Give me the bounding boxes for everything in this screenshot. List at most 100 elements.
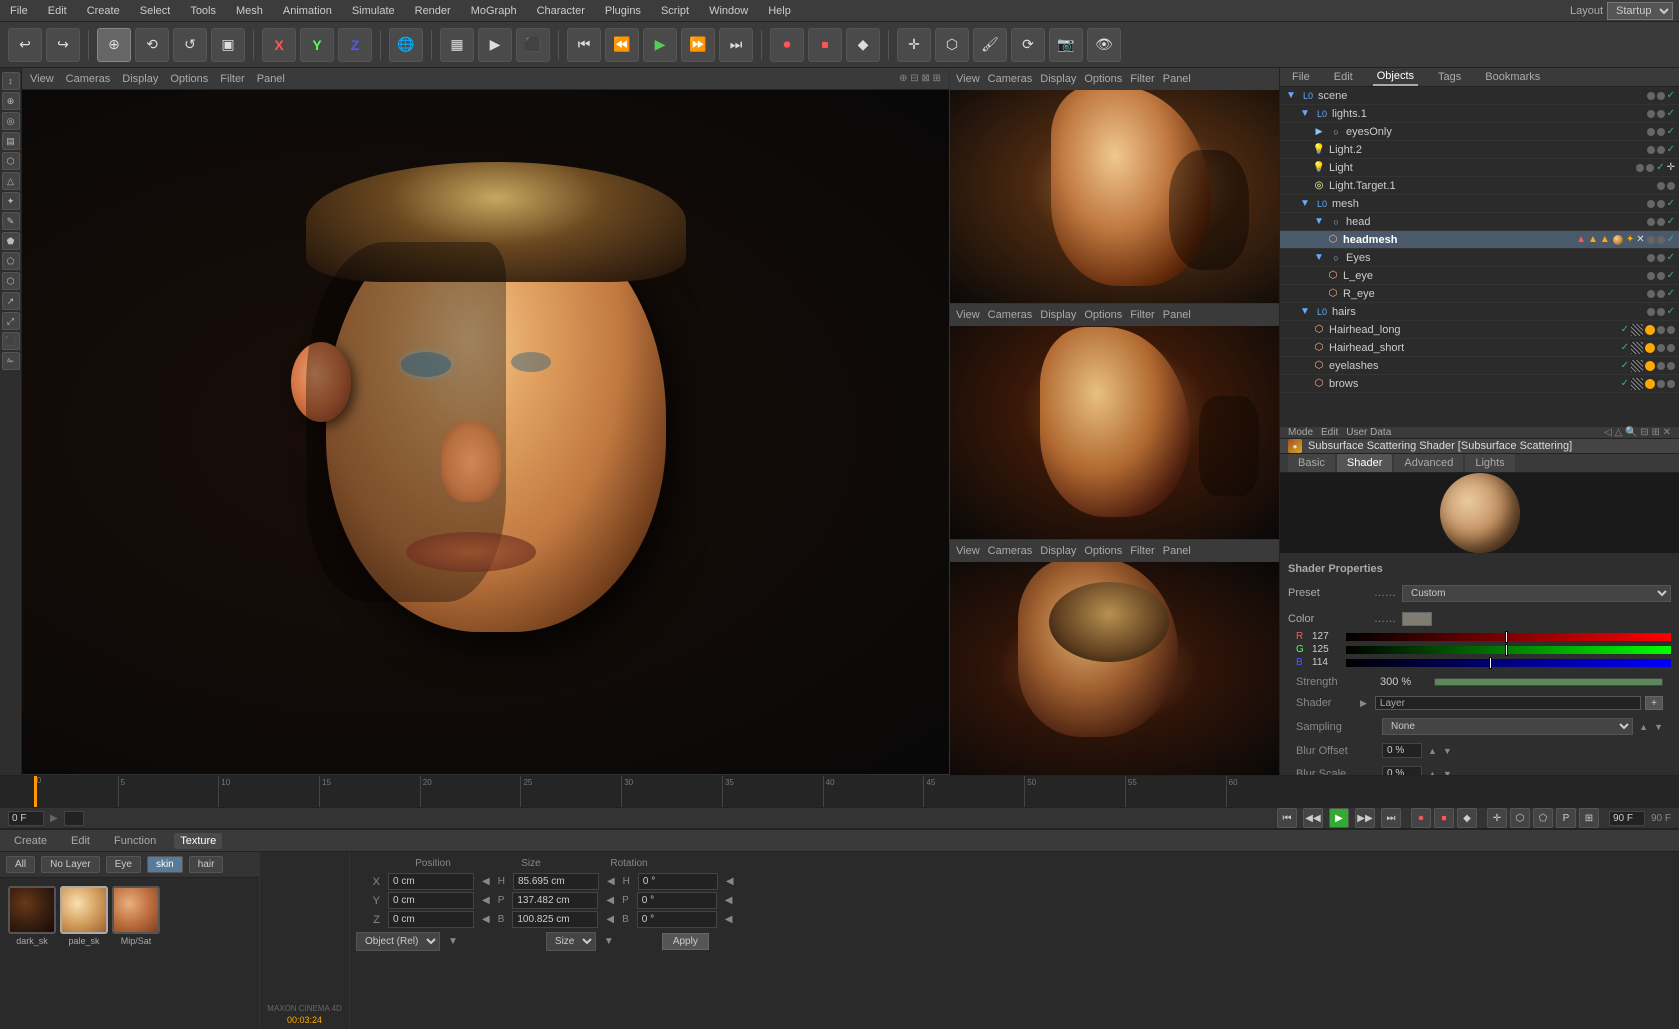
eo-dot2[interactable] <box>1657 128 1665 136</box>
obj-hairhead_long[interactable]: ⬡ Hairhead_long ✓ <box>1280 321 1679 339</box>
vp-filter[interactable]: Filter <box>220 73 244 85</box>
tab-lights[interactable]: Lights <box>1465 454 1514 472</box>
userdata-btn[interactable]: User Data <box>1346 427 1391 438</box>
end-frame-input[interactable]: 90 F <box>1609 811 1645 826</box>
l2-dot2[interactable] <box>1657 146 1665 154</box>
mat-dark_sk[interactable] <box>8 886 56 934</box>
left-tool-5[interactable]: △ <box>2 172 20 190</box>
z-axis-button[interactable]: Z <box>338 28 372 62</box>
bt-edit[interactable]: Edit <box>65 833 96 849</box>
mr-view[interactable]: View <box>956 309 980 321</box>
pos-x-input[interactable]: 0 cm <box>388 873 474 890</box>
br-display[interactable]: Display <box>1040 545 1076 557</box>
y-arrow1[interactable]: ◀ <box>482 895 490 906</box>
om-tab-tags[interactable]: Tags <box>1434 69 1465 85</box>
filter-hair[interactable]: hair <box>189 856 224 873</box>
main-viewport-canvas[interactable] <box>22 90 949 774</box>
vp-cameras[interactable]: Cameras <box>66 73 111 85</box>
hm-check[interactable]: ✓ <box>1667 234 1675 245</box>
anim-next-button[interactable]: ⏩ <box>681 28 715 62</box>
br-panel[interactable]: Panel <box>1163 545 1191 557</box>
pb-btn2[interactable]: ⬡ <box>1510 808 1530 828</box>
hd-dot2[interactable] <box>1657 218 1665 226</box>
mr-filter[interactable]: Filter <box>1130 309 1154 321</box>
lt1-dot2[interactable] <box>1667 182 1675 190</box>
obj-scene[interactable]: ▼ L0 scene ✓ <box>1280 87 1679 105</box>
pb-btn1[interactable]: ✛ <box>1487 808 1507 828</box>
pos-y-input[interactable]: 0 cm <box>388 892 474 909</box>
om-tab-edit[interactable]: Edit <box>1330 69 1357 85</box>
x-arrow3[interactable]: ◀ <box>726 876 734 887</box>
move-tool-button[interactable]: ⊕ <box>97 28 131 62</box>
strength-bar[interactable] <box>1434 678 1663 686</box>
coord-system-dropdown[interactable]: Object (Rel) <box>356 932 440 951</box>
layer-add-btn[interactable]: + <box>1645 696 1663 710</box>
select-tool-button[interactable]: ▣ <box>211 28 245 62</box>
left-tool-2[interactable]: ◎ <box>2 112 20 130</box>
lt-dot2[interactable] <box>1646 164 1654 172</box>
preset-dropdown[interactable]: Custom <box>1402 585 1671 602</box>
filter-skin[interactable]: skin <box>147 856 183 873</box>
menu-create[interactable]: Create <box>83 3 124 19</box>
hr-dot2[interactable] <box>1657 308 1665 316</box>
apply-button[interactable]: Apply <box>662 933 709 950</box>
anim-prev-button[interactable]: ⏪ <box>605 28 639 62</box>
frame-input2[interactable] <box>64 811 84 826</box>
sculpt-button[interactable]: ⟳ <box>1011 28 1045 62</box>
tr-display[interactable]: Display <box>1040 73 1076 85</box>
bo-up[interactable]: ▲ <box>1428 746 1437 756</box>
obj-head[interactable]: ▼ ○ head ✓ <box>1280 213 1679 231</box>
pb-btn5[interactable]: ⊞ <box>1579 808 1599 828</box>
pos-z-input[interactable]: 0 cm <box>388 911 474 928</box>
current-frame-input[interactable]: 0 F <box>8 811 44 826</box>
menu-edit[interactable]: Edit <box>44 3 71 19</box>
size-b-input[interactable]: 100.825 cm <box>512 911 598 928</box>
filter-eye[interactable]: Eye <box>106 856 141 873</box>
obj-headmesh[interactable]: ⬡ headmesh ▲ ▲ ▲ ✦ ✕ ✓ <box>1280 231 1679 249</box>
mat-pale_sk[interactable] <box>60 886 108 934</box>
left-tool-12[interactable]: ⤢ <box>2 312 20 330</box>
blur-offset-input[interactable]: 0 % <box>1382 743 1422 758</box>
l1-dot2[interactable] <box>1657 110 1665 118</box>
hr-check[interactable]: ✓ <box>1667 306 1675 317</box>
render-button[interactable]: ⬛ <box>516 28 550 62</box>
filter-nolayer[interactable]: No Layer <box>41 856 100 873</box>
scene-check[interactable]: ✓ <box>1667 90 1675 101</box>
pb-prev[interactable]: ◀◀ <box>1303 808 1323 828</box>
edit-btn[interactable]: Edit <box>1321 427 1338 438</box>
y-arrow2[interactable]: ◀ <box>606 895 614 906</box>
record-button[interactable]: ⏺ <box>770 28 804 62</box>
br-view[interactable]: View <box>956 545 980 557</box>
left-tool-7[interactable]: ✎ <box>2 212 20 230</box>
paint-button[interactable]: 🖌 <box>973 28 1007 62</box>
pb-record[interactable]: ⏺ <box>1411 808 1431 828</box>
mr-options[interactable]: Options <box>1084 309 1122 321</box>
bw-dot2[interactable] <box>1667 380 1675 388</box>
rot-h-input[interactable]: 0 ° <box>638 873 718 890</box>
re-dot2[interactable] <box>1657 290 1665 298</box>
menu-animation[interactable]: Animation <box>279 3 336 19</box>
ey-check[interactable]: ✓ <box>1667 252 1675 263</box>
pb-stop[interactable]: ⏹ <box>1434 808 1454 828</box>
vp-display[interactable]: Display <box>122 73 158 85</box>
y-axis-button[interactable]: Y <box>300 28 334 62</box>
menu-plugins[interactable]: Plugins <box>601 3 645 19</box>
msh-dot2[interactable] <box>1657 200 1665 208</box>
obj-eyelashes[interactable]: ⬡ eyelashes ✓ <box>1280 357 1679 375</box>
render-view-button[interactable]: ▶ <box>478 28 512 62</box>
left-tool-3[interactable]: ▤ <box>2 132 20 150</box>
el-check[interactable]: ✓ <box>1621 360 1629 371</box>
obj-eyesonly[interactable]: ▶ ○ eyesOnly ✓ <box>1280 123 1679 141</box>
re-check[interactable]: ✓ <box>1667 288 1675 299</box>
mat-mipsat[interactable] <box>112 886 160 934</box>
z-arrow2[interactable]: ◀ <box>606 914 614 925</box>
hd-check[interactable]: ✓ <box>1667 216 1675 227</box>
obj-hairs[interactable]: ▼ L0 hairs ✓ <box>1280 303 1679 321</box>
bt-texture[interactable]: Texture <box>174 833 222 849</box>
bo-down[interactable]: ▼ <box>1443 746 1452 756</box>
hd-dot1[interactable] <box>1647 218 1655 226</box>
obj-brows[interactable]: ⬡ brows ✓ <box>1280 375 1679 393</box>
obj-light2[interactable]: 💡 Light.2 ✓ <box>1280 141 1679 159</box>
x-arrow1[interactable]: ◀ <box>482 876 490 887</box>
hl-check[interactable]: ✓ <box>1621 324 1629 335</box>
